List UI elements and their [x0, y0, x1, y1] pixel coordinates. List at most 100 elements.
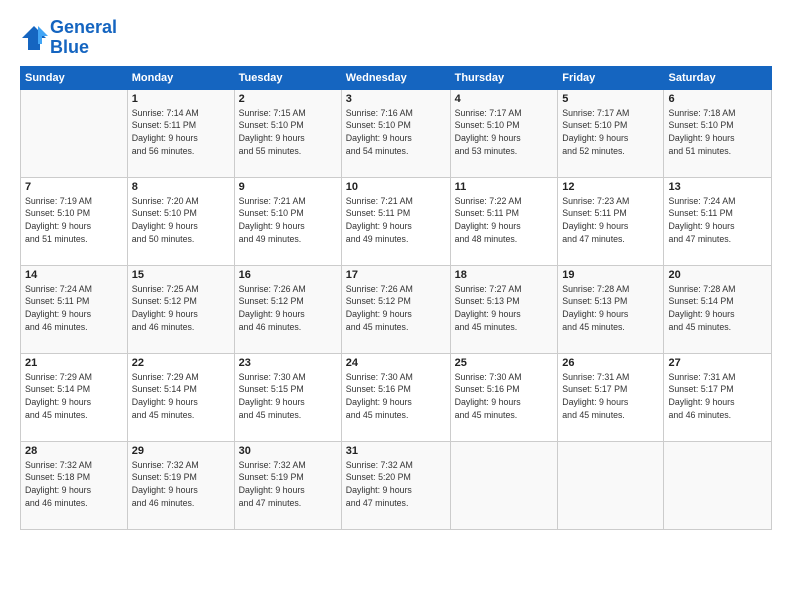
day-number: 17 [346, 269, 446, 281]
week-row-1: 1 Sunrise: 7:14 AMSunset: 5:11 PMDaylight… [21, 89, 772, 177]
day-info: Sunrise: 7:25 AMSunset: 5:12 PMDaylight:… [132, 283, 230, 334]
day-info: Sunrise: 7:32 AMSunset: 5:19 PMDaylight:… [239, 459, 337, 510]
day-info: Sunrise: 7:29 AMSunset: 5:14 PMDaylight:… [25, 371, 123, 422]
day-cell [664, 441, 772, 529]
day-info: Sunrise: 7:16 AMSunset: 5:10 PMDaylight:… [346, 107, 446, 158]
day-info: Sunrise: 7:17 AMSunset: 5:10 PMDaylight:… [455, 107, 554, 158]
day-info: Sunrise: 7:30 AMSunset: 5:15 PMDaylight:… [239, 371, 337, 422]
day-cell: 22 Sunrise: 7:29 AMSunset: 5:14 PMDayligh… [127, 353, 234, 441]
day-number: 10 [346, 181, 446, 193]
day-number: 18 [455, 269, 554, 281]
day-cell: 10 Sunrise: 7:21 AMSunset: 5:11 PMDayligh… [341, 177, 450, 265]
day-number: 2 [239, 93, 337, 105]
calendar-table: SundayMondayTuesdayWednesdayThursdayFrid… [20, 66, 772, 530]
day-info: Sunrise: 7:17 AMSunset: 5:10 PMDaylight:… [562, 107, 659, 158]
day-info: Sunrise: 7:32 AMSunset: 5:20 PMDaylight:… [346, 459, 446, 510]
day-number: 26 [562, 357, 659, 369]
day-cell: 12 Sunrise: 7:23 AMSunset: 5:11 PMDayligh… [558, 177, 664, 265]
day-info: Sunrise: 7:30 AMSunset: 5:16 PMDaylight:… [455, 371, 554, 422]
day-number: 24 [346, 357, 446, 369]
day-cell: 16Sunrise: 7:26 AMSunset: 5:12 PMDayligh… [234, 265, 341, 353]
day-cell: 28Sunrise: 7:32 AMSunset: 5:18 PMDayligh… [21, 441, 128, 529]
day-number: 9 [239, 181, 337, 193]
day-info: Sunrise: 7:23 AMSunset: 5:11 PMDaylight:… [562, 195, 659, 246]
day-info: Sunrise: 7:24 AMSunset: 5:11 PMDaylight:… [668, 195, 767, 246]
day-cell: 6Sunrise: 7:18 AMSunset: 5:10 PMDaylight… [664, 89, 772, 177]
day-cell: 13 Sunrise: 7:24 AMSunset: 5:11 PMDayligh… [664, 177, 772, 265]
day-number: 28 [25, 445, 123, 457]
day-cell: 1 Sunrise: 7:14 AMSunset: 5:11 PMDaylight… [127, 89, 234, 177]
day-number: 20 [668, 269, 767, 281]
day-info: Sunrise: 7:18 AMSunset: 5:10 PMDaylight:… [668, 107, 767, 158]
week-row-4: 21 Sunrise: 7:29 AMSunset: 5:14 PMDayligh… [21, 353, 772, 441]
day-cell: 4 Sunrise: 7:17 AMSunset: 5:10 PMDaylight… [450, 89, 558, 177]
day-cell: 9 Sunrise: 7:21 AMSunset: 5:10 PMDaylight… [234, 177, 341, 265]
day-info: Sunrise: 7:21 AMSunset: 5:10 PMDaylight:… [239, 195, 337, 246]
day-cell: 14Sunrise: 7:24 AMSunset: 5:11 PMDayligh… [21, 265, 128, 353]
day-info: Sunrise: 7:29 AMSunset: 5:14 PMDaylight:… [132, 371, 230, 422]
day-info: Sunrise: 7:32 AMSunset: 5:19 PMDaylight:… [132, 459, 230, 510]
page: General Blue SundayMondayTuesdayWednesda… [0, 0, 792, 612]
header-cell-sunday: Sunday [21, 66, 128, 89]
day-cell: 23 Sunrise: 7:30 AMSunset: 5:15 PMDayligh… [234, 353, 341, 441]
day-cell: 29Sunrise: 7:32 AMSunset: 5:19 PMDayligh… [127, 441, 234, 529]
header: General Blue [20, 18, 772, 58]
day-cell: 21 Sunrise: 7:29 AMSunset: 5:14 PMDayligh… [21, 353, 128, 441]
week-row-2: 7 Sunrise: 7:19 AMSunset: 5:10 PMDaylight… [21, 177, 772, 265]
day-cell: 30 Sunrise: 7:32 AMSunset: 5:19 PMDayligh… [234, 441, 341, 529]
day-cell: 19 Sunrise: 7:28 AMSunset: 5:13 PMDayligh… [558, 265, 664, 353]
day-cell [450, 441, 558, 529]
day-info: Sunrise: 7:31 AMSunset: 5:17 PMDaylight:… [668, 371, 767, 422]
day-number: 12 [562, 181, 659, 193]
day-number: 13 [668, 181, 767, 193]
week-row-5: 28Sunrise: 7:32 AMSunset: 5:18 PMDayligh… [21, 441, 772, 529]
logo-icon [20, 24, 48, 52]
day-number: 4 [455, 93, 554, 105]
day-number: 21 [25, 357, 123, 369]
day-number: 23 [239, 357, 337, 369]
day-cell [558, 441, 664, 529]
header-cell-wednesday: Wednesday [341, 66, 450, 89]
day-number: 22 [132, 357, 230, 369]
day-info: Sunrise: 7:15 AMSunset: 5:10 PMDaylight:… [239, 107, 337, 158]
day-cell: 15 Sunrise: 7:25 AMSunset: 5:12 PMDayligh… [127, 265, 234, 353]
week-row-3: 14Sunrise: 7:24 AMSunset: 5:11 PMDayligh… [21, 265, 772, 353]
day-info: Sunrise: 7:28 AMSunset: 5:14 PMDaylight:… [668, 283, 767, 334]
day-cell: 17Sunrise: 7:26 AMSunset: 5:12 PMDayligh… [341, 265, 450, 353]
day-info: Sunrise: 7:28 AMSunset: 5:13 PMDaylight:… [562, 283, 659, 334]
day-number: 5 [562, 93, 659, 105]
day-cell: 31 Sunrise: 7:32 AMSunset: 5:20 PMDayligh… [341, 441, 450, 529]
day-number: 1 [132, 93, 230, 105]
day-info: Sunrise: 7:31 AMSunset: 5:17 PMDaylight:… [562, 371, 659, 422]
day-number: 3 [346, 93, 446, 105]
day-number: 30 [239, 445, 337, 457]
day-info: Sunrise: 7:19 AMSunset: 5:10 PMDaylight:… [25, 195, 123, 246]
day-cell: 24Sunrise: 7:30 AMSunset: 5:16 PMDayligh… [341, 353, 450, 441]
logo: General Blue [20, 18, 117, 58]
header-cell-tuesday: Tuesday [234, 66, 341, 89]
day-number: 16 [239, 269, 337, 281]
day-number: 15 [132, 269, 230, 281]
day-number: 19 [562, 269, 659, 281]
header-cell-friday: Friday [558, 66, 664, 89]
day-cell: 11 Sunrise: 7:22 AMSunset: 5:11 PMDayligh… [450, 177, 558, 265]
header-cell-thursday: Thursday [450, 66, 558, 89]
day-cell: 18 Sunrise: 7:27 AMSunset: 5:13 PMDayligh… [450, 265, 558, 353]
day-cell: 20 Sunrise: 7:28 AMSunset: 5:14 PMDayligh… [664, 265, 772, 353]
day-number: 8 [132, 181, 230, 193]
day-info: Sunrise: 7:22 AMSunset: 5:11 PMDaylight:… [455, 195, 554, 246]
day-cell: 2 Sunrise: 7:15 AMSunset: 5:10 PMDaylight… [234, 89, 341, 177]
day-number: 7 [25, 181, 123, 193]
header-cell-saturday: Saturday [664, 66, 772, 89]
day-info: Sunrise: 7:27 AMSunset: 5:13 PMDaylight:… [455, 283, 554, 334]
day-number: 27 [668, 357, 767, 369]
day-number: 31 [346, 445, 446, 457]
day-number: 14 [25, 269, 123, 281]
day-info: Sunrise: 7:14 AMSunset: 5:11 PMDaylight:… [132, 107, 230, 158]
day-cell: 5 Sunrise: 7:17 AMSunset: 5:10 PMDaylight… [558, 89, 664, 177]
day-number: 11 [455, 181, 554, 193]
logo-text: General Blue [50, 18, 117, 58]
day-info: Sunrise: 7:21 AMSunset: 5:11 PMDaylight:… [346, 195, 446, 246]
day-cell: 8Sunrise: 7:20 AMSunset: 5:10 PMDaylight… [127, 177, 234, 265]
header-cell-monday: Monday [127, 66, 234, 89]
